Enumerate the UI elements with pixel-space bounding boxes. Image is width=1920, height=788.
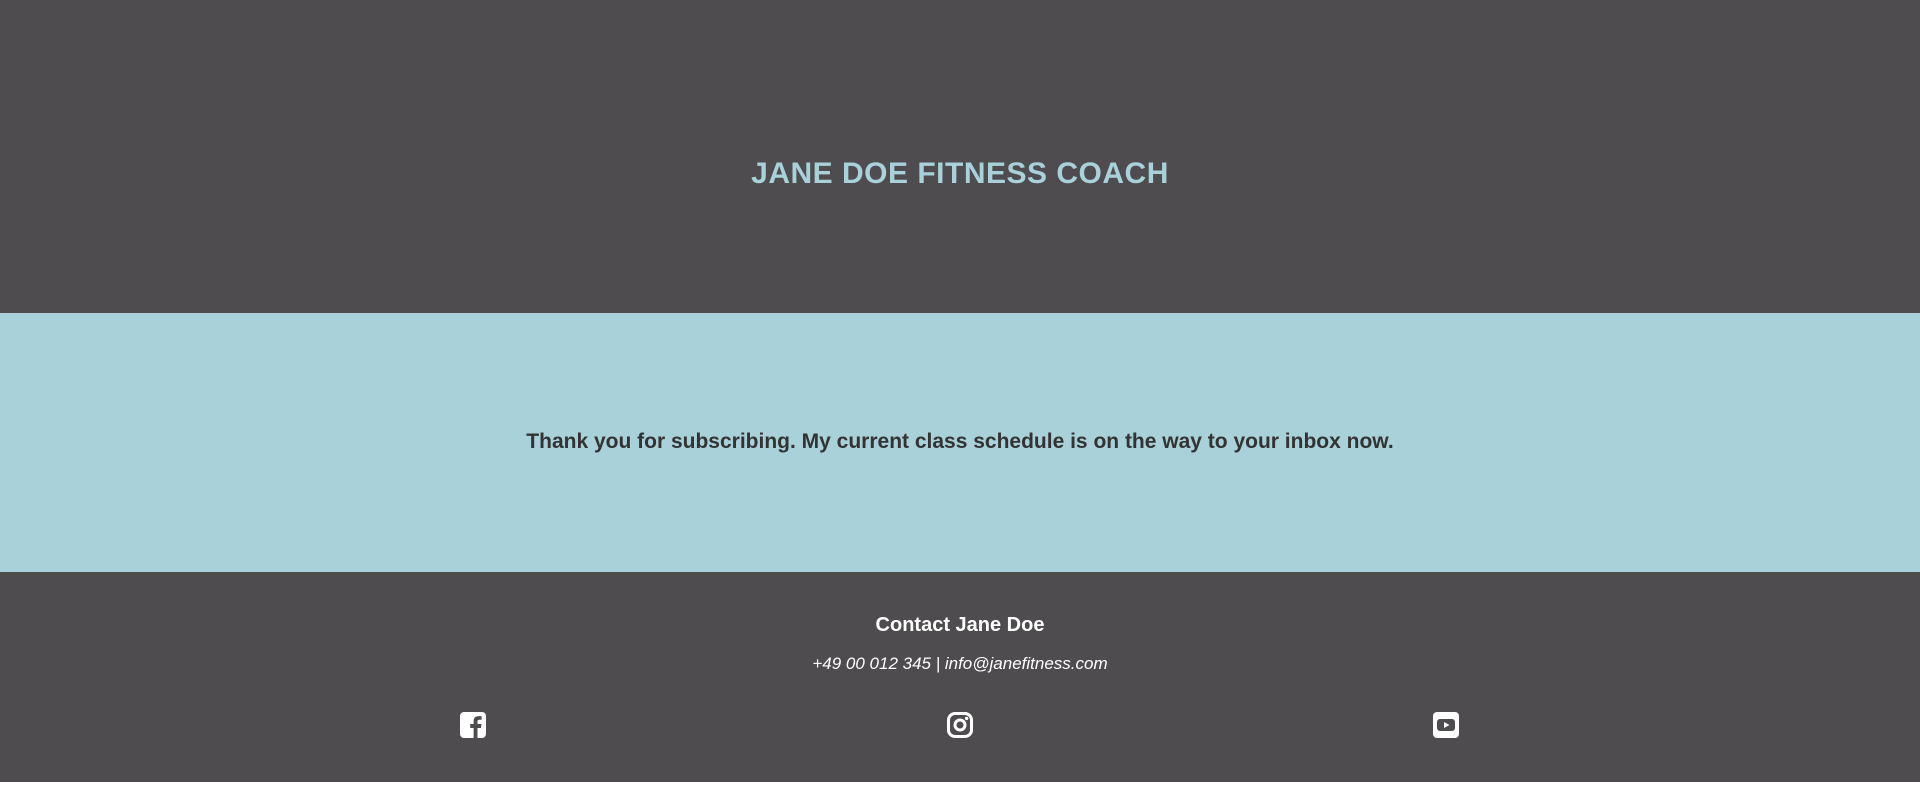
instagram-icon <box>946 711 974 739</box>
contact-heading: Contact Jane Doe <box>875 614 1045 636</box>
page-bottom-edge <box>0 782 1920 788</box>
contact-details[interactable]: +49 00 012 345 | info@janefitness.com <box>0 654 1920 674</box>
facebook-icon <box>459 711 487 739</box>
youtube-icon <box>1432 711 1460 739</box>
page: JANE DOE FITNESS COACH Thank you for sub… <box>0 0 1920 788</box>
site-footer <box>0 572 1920 782</box>
facebook-link[interactable] <box>459 711 487 739</box>
youtube-link[interactable] <box>1432 711 1460 739</box>
thank-you-message: Thank you for subscribing. My current cl… <box>526 430 1394 453</box>
site-title: JANE DOE FITNESS COACH <box>751 157 1169 190</box>
instagram-link[interactable] <box>946 711 974 739</box>
